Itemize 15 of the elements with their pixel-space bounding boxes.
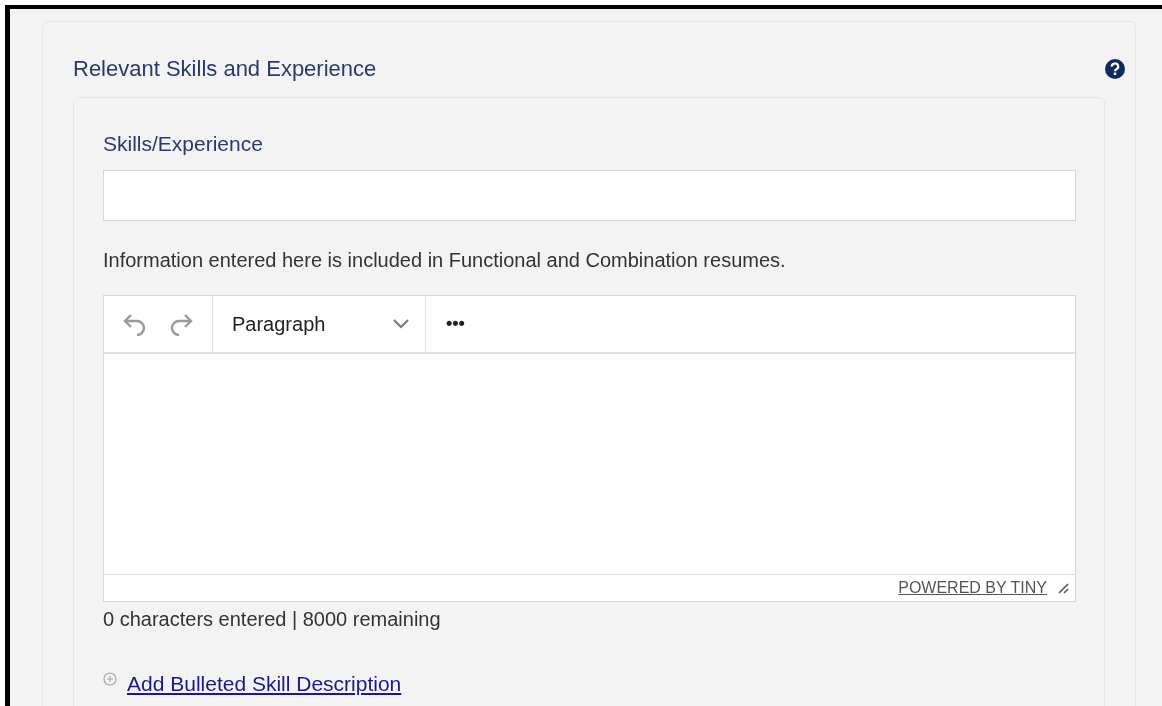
add-skill-link[interactable]: Add Bulleted Skill Description [127, 667, 402, 699]
field-label: Skills/Experience [103, 131, 264, 157]
plus-circle-icon [103, 672, 117, 687]
chevron-down-icon [393, 318, 409, 329]
resize-handle-icon[interactable] [1057, 581, 1069, 594]
more-button[interactable]: ••• [426, 295, 485, 352]
format-dropdown[interactable]: Paragraph [213, 295, 426, 352]
character-counter: 0 characters entered | 8000 remaining [103, 606, 442, 632]
skills-input[interactable] [103, 169, 1076, 221]
redo-icon[interactable] [168, 311, 194, 336]
help-icon[interactable] [1105, 58, 1125, 79]
info-text: Information entered here is included in Functional and Combination resumes. [103, 247, 787, 273]
branding-link[interactable]: POWERED BY TINY [898, 575, 1047, 600]
section-title: Relevant Skills and Experience [73, 55, 377, 83]
undo-icon[interactable] [122, 311, 148, 336]
